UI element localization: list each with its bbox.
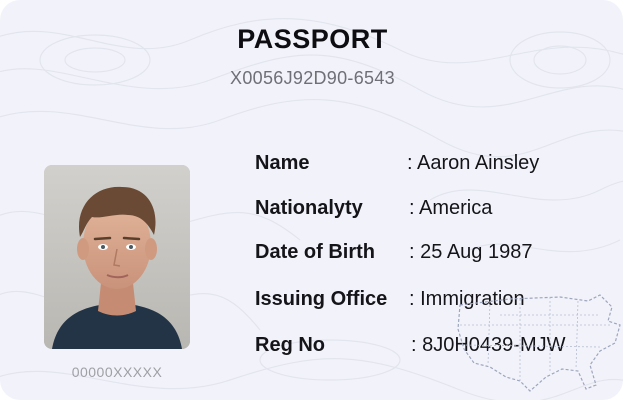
nationality-label: Nationalyty: [255, 197, 363, 219]
person-avatar-icon: [44, 165, 190, 349]
passport-card: PASSPORT X0056J92D90-6543 00000XXXXX Nam…: [0, 0, 623, 400]
name-label: Name: [255, 152, 310, 174]
card-title: PASSPORT: [237, 24, 388, 54]
passport-number: X0056J92D90-6543: [230, 68, 395, 88]
date-of-birth-label: Date of Birth: [255, 241, 375, 263]
reg-no-label: Reg No: [255, 334, 325, 356]
name-value: : Aaron Ainsley: [407, 152, 540, 174]
date-of-birth-value: : 25 Aug 1987: [409, 241, 533, 263]
profile-photo: [44, 165, 190, 349]
nationality-value: : America: [409, 197, 493, 219]
issuing-office-label: Issuing Office: [255, 288, 388, 310]
usa-map-icon: [457, 294, 621, 392]
photo-id-number: 00000XXXXX: [71, 364, 163, 380]
